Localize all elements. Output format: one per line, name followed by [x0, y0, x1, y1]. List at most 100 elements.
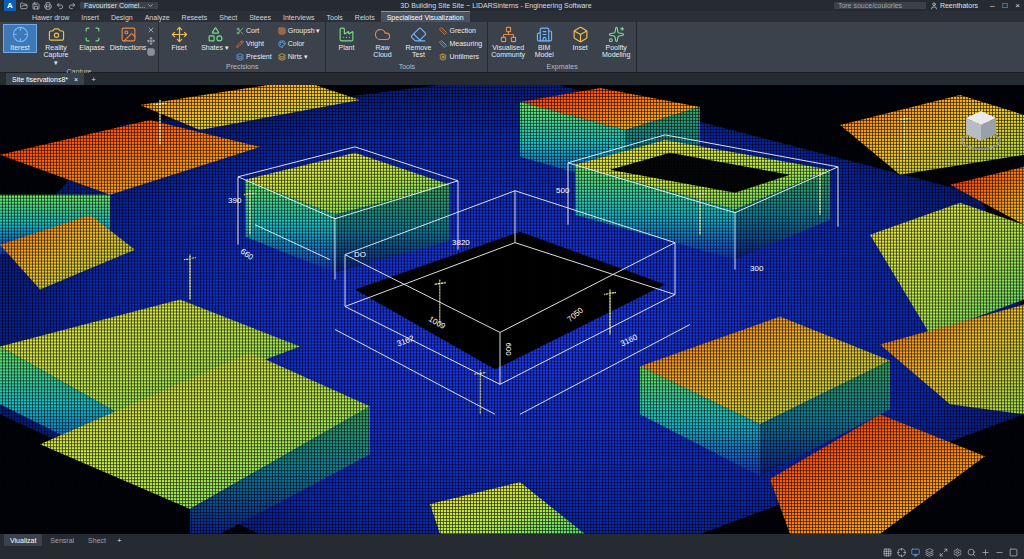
- layout-tab[interactable]: Shect: [82, 534, 112, 546]
- point-cloud-view[interactable]: 390DO66038205003001009316270503160600: [0, 85, 1024, 534]
- quick-access-toolbar: [20, 2, 76, 10]
- ribbon-tool-button[interactable]: Iterest: [3, 24, 37, 53]
- tool-icon: [278, 53, 286, 61]
- viewport[interactable]: 390DO66038205003001009316270503160600: [0, 85, 1024, 534]
- ribbon-tool-button[interactable]: Raw Cloud: [365, 24, 399, 61]
- dimension-label: DO: [354, 250, 366, 259]
- tool-icon: [608, 26, 625, 43]
- ribbon-small-tool[interactable]: Groupsh ▾: [276, 25, 323, 36]
- window-controls: –□ ×: [982, 1, 1020, 10]
- ribbon-tool-button[interactable]: Visualised Communty: [491, 24, 525, 61]
- ribbon-small-tool[interactable]: Cort: [234, 25, 274, 36]
- ribbon-panel: FisetShates ▾CortVrightPreslentGroupsh ▾…: [159, 22, 326, 72]
- ribbon-small-tool[interactable]: Measuring: [437, 38, 484, 49]
- ribbon-tab[interactable]: Hawer drow: [26, 11, 75, 22]
- ribbon-tool-button[interactable]: Distrections: [111, 24, 145, 53]
- grid-icon: [147, 48, 155, 56]
- tool-icon: [236, 40, 244, 48]
- new-layout-button[interactable]: +: [114, 534, 125, 546]
- ribbon-panel: Visualised CommuntyBIM ModelInsetPoolfty…: [488, 22, 637, 72]
- app-logo[interactable]: A: [4, 0, 16, 11]
- ribbon-tool-button[interactable]: Remove Test: [401, 24, 435, 61]
- layout-tabs: ViualizatSensralShect+: [0, 534, 1024, 546]
- window-control-button[interactable]: –: [990, 1, 994, 10]
- ribbon-small-tool[interactable]: Grection: [437, 25, 484, 36]
- ribbon-small-tool[interactable]: Untilmers: [437, 51, 484, 62]
- ribbon-tool-button[interactable]: Fiset: [162, 24, 196, 53]
- tool-icon: [236, 53, 244, 61]
- point-cloud-block: [0, 85, 1024, 534]
- ribbon-small-tool[interactable]: Preslent: [234, 51, 274, 62]
- ribbon-tab[interactable]: Design: [105, 11, 139, 22]
- panel-title: Expmates: [491, 63, 633, 72]
- ribbon-tool-button[interactable]: Inset: [563, 24, 597, 53]
- site-wireframe: [238, 135, 838, 414]
- dimension-label: 600: [504, 342, 513, 356]
- title-bar: AFavouriser Comel...3D Building Site Sit…: [0, 0, 1024, 11]
- ribbon-tab[interactable]: Specialised Visualization: [381, 11, 470, 22]
- small-tool-column: Groupsh ▾ Color Nirts ▾: [276, 24, 323, 62]
- chevron-down-icon: [147, 2, 154, 9]
- ribbon-tool-button[interactable]: Reality Capture ▾: [39, 24, 73, 68]
- ribbon-tab[interactable]: Steees: [243, 11, 277, 22]
- save-icon: [32, 2, 40, 10]
- ribbon-tool-button[interactable]: Shates ▾: [198, 24, 232, 53]
- tab-close-button[interactable]: ×: [74, 76, 78, 83]
- app-window: AFavouriser Comel...3D Building Site Sit…: [0, 0, 1024, 559]
- ribbon-small-tool[interactable]: Vright: [234, 38, 274, 49]
- new-document-button[interactable]: +: [88, 73, 99, 85]
- ribbon-tab[interactable]: Tools: [320, 11, 348, 22]
- ribbon-tab[interactable]: Analyze: [139, 11, 176, 22]
- tool-icon: [48, 26, 65, 43]
- display-icon: [911, 548, 920, 557]
- ribbon-tab[interactable]: Relots: [349, 11, 381, 22]
- ribbon-tab[interactable]: Insert: [75, 11, 105, 22]
- tool-icon: [374, 26, 391, 43]
- ribbon-small-tool[interactable]: Color: [276, 38, 323, 49]
- settings-icon: [953, 548, 962, 557]
- ribbon-small-tool[interactable]: Nirts ▾: [276, 51, 323, 62]
- layout-tab[interactable]: Sensral: [44, 534, 80, 546]
- workspace-dropdown[interactable]: Favouriser Comel...: [80, 2, 158, 9]
- ribbon-tabs: Hawer drowInsertDesignAnalyzeReseetsShec…: [0, 11, 1024, 22]
- tool-icon: [12, 26, 29, 43]
- view-cube-icon[interactable]: [960, 107, 1002, 153]
- tool-icon: [439, 40, 447, 48]
- tool-icon: [84, 26, 101, 43]
- tool-icon: [278, 40, 286, 48]
- layout-tab[interactable]: Viualizat: [4, 534, 42, 546]
- ribbon-tool-button[interactable]: Poolfty Modeling: [599, 24, 633, 61]
- minus-icon: [995, 548, 1004, 557]
- document-tabs: Site fiservations8*× +: [0, 73, 1024, 85]
- window-control-button[interactable]: □: [1002, 1, 1007, 10]
- dimension-label: 7050: [565, 305, 585, 324]
- ribbon-tab[interactable]: Reseets: [176, 11, 214, 22]
- ribbon-tab[interactable]: Interviews: [277, 11, 321, 22]
- ribbon-tool-button[interactable]: Elapase: [75, 24, 109, 53]
- ribbon-tab[interactable]: Shect: [213, 11, 243, 22]
- status-bar: [0, 546, 1024, 559]
- tool-icon: [439, 27, 447, 35]
- close-icon: [147, 26, 155, 34]
- dimension-label: 3820: [452, 238, 470, 247]
- user-icon: [930, 2, 938, 10]
- tool-icon: [338, 26, 355, 43]
- tool-icon: [207, 26, 224, 43]
- bottom-bar: ViualizatSensralShect+: [0, 534, 1024, 559]
- snap-icon: [897, 548, 906, 557]
- user-menu[interactable]: Reenthators: [930, 2, 978, 10]
- ribbon-tool-button[interactable]: Plant: [329, 24, 363, 53]
- dimension-label: 3162: [396, 334, 416, 349]
- dimension-label: 660: [239, 247, 256, 262]
- document-tab[interactable]: Site fiservations8*×: [6, 73, 84, 85]
- search-field[interactable]: Tore souce/coulorles: [834, 2, 926, 9]
- print-icon: [44, 2, 52, 10]
- ribbon: IterestReality Capture ▾ElapaseDistrecti…: [0, 22, 1024, 73]
- tool-icon: [439, 53, 447, 61]
- tool-icon: [410, 26, 427, 43]
- window-control-button[interactable]: ×: [1015, 1, 1020, 10]
- ribbon-tool-button[interactable]: BIM Model: [527, 24, 561, 61]
- view-cube[interactable]: [960, 107, 1002, 153]
- tool-icon: [236, 27, 244, 35]
- point-texture: [0, 85, 1024, 534]
